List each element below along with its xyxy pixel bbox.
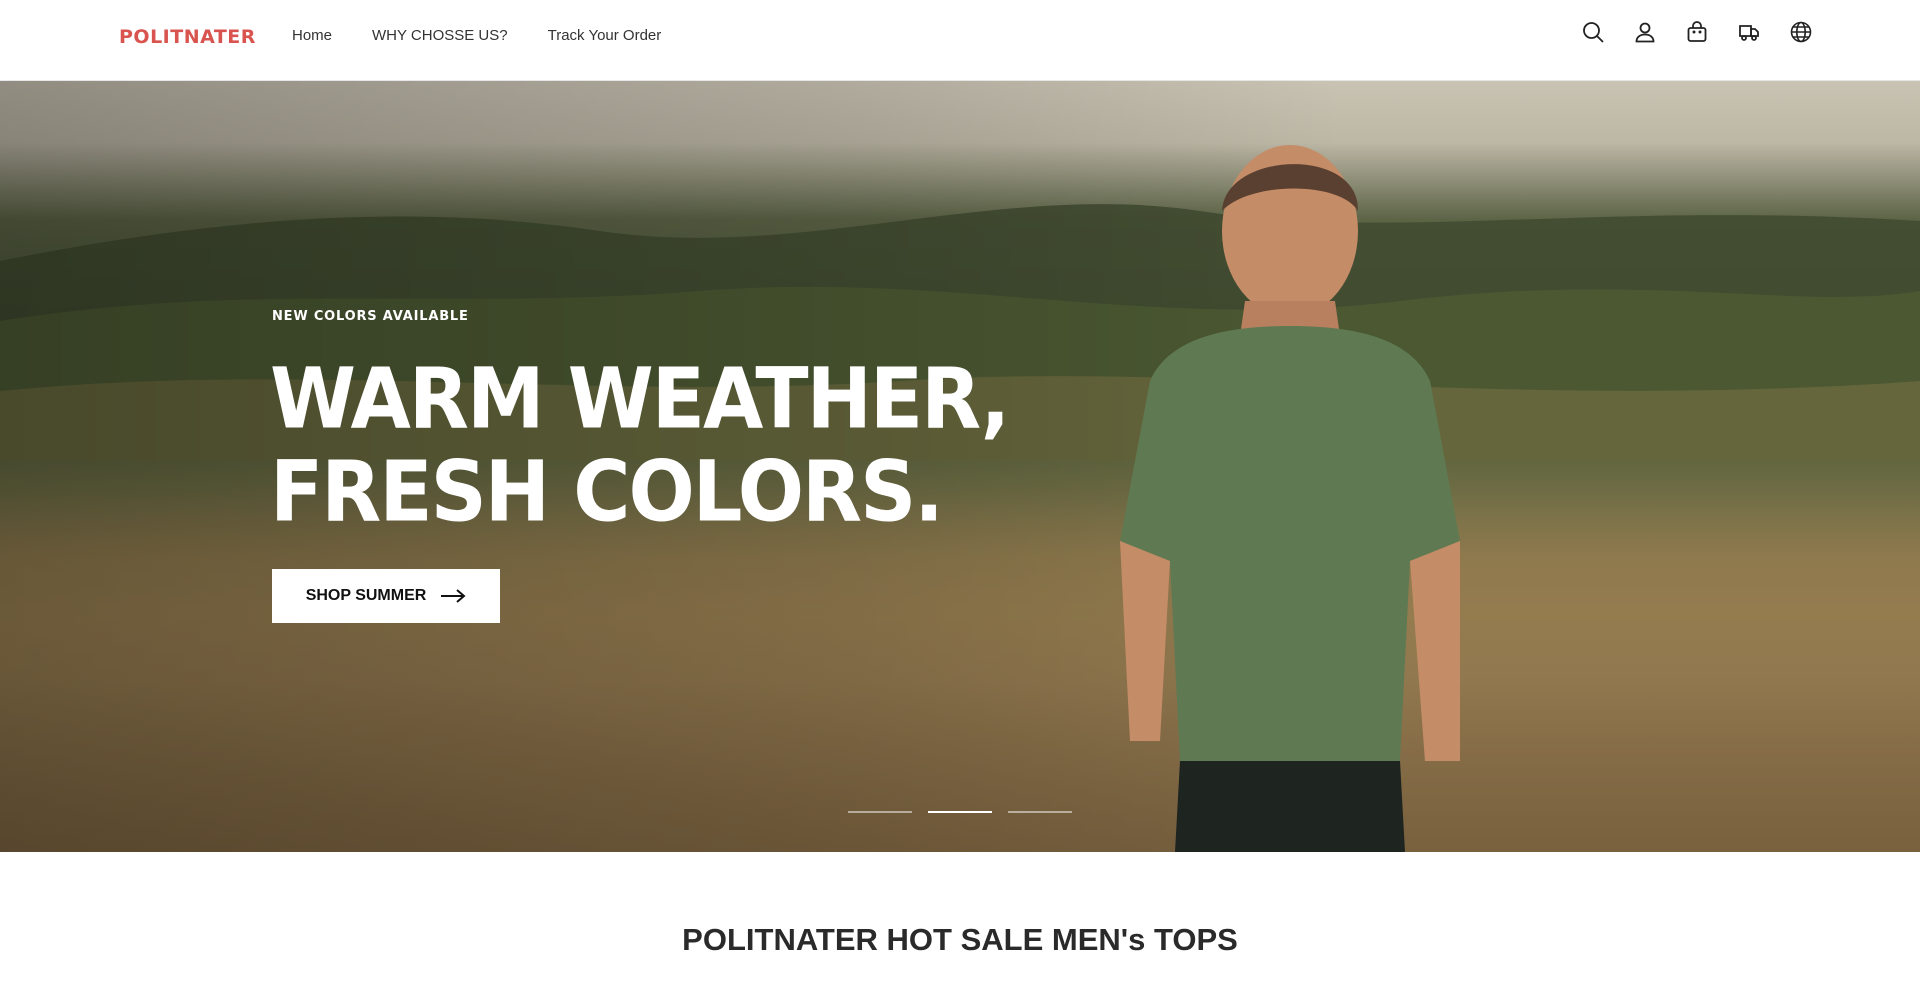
slide-indicator-2[interactable] <box>928 811 992 813</box>
hero-headline: WARM WEATHER, FRESH COLORS. <box>270 350 1010 541</box>
globe-icon[interactable] <box>1789 20 1813 44</box>
slide-indicator-3[interactable] <box>1008 811 1072 813</box>
nav-why-choose-us[interactable]: WHY CHOSSE US? <box>372 27 508 44</box>
hero-eyebrow: NEW COLORS AVAILABLE <box>272 309 469 324</box>
shop-summer-button[interactable]: SHOP SUMMER <box>272 569 500 623</box>
nav-track-order[interactable]: Track Your Order <box>548 27 662 44</box>
account-icon[interactable] <box>1633 20 1657 44</box>
hero-banner: NEW COLORS AVAILABLE WARM WEATHER, FRESH… <box>0 81 1920 852</box>
shop-summer-label: SHOP SUMMER <box>305 587 427 604</box>
slide-indicator-1[interactable] <box>848 811 912 813</box>
site-header: POLITNATER Home WHY CHOSSE US? Track You… <box>0 0 1920 81</box>
hero-headline-line2: FRESH COLORS. <box>270 443 944 541</box>
arrow-right-icon <box>441 589 466 603</box>
slide-indicators <box>848 811 1072 813</box>
nav-home[interactable]: Home <box>292 27 332 44</box>
section-title: POLITNATER HOT SALE MEN's TOPS <box>682 922 1238 957</box>
cart-icon[interactable] <box>1685 20 1709 44</box>
main-nav: Home WHY CHOSSE US? Track Your Order <box>292 27 661 44</box>
search-icon[interactable] <box>1581 20 1605 44</box>
hero-headline-line1: WARM WEATHER, <box>270 350 1010 449</box>
header-icons <box>1581 20 1813 44</box>
truck-icon[interactable] <box>1737 20 1761 44</box>
brand-logo[interactable]: POLITNATER <box>119 26 256 48</box>
model-image <box>1120 145 1460 852</box>
